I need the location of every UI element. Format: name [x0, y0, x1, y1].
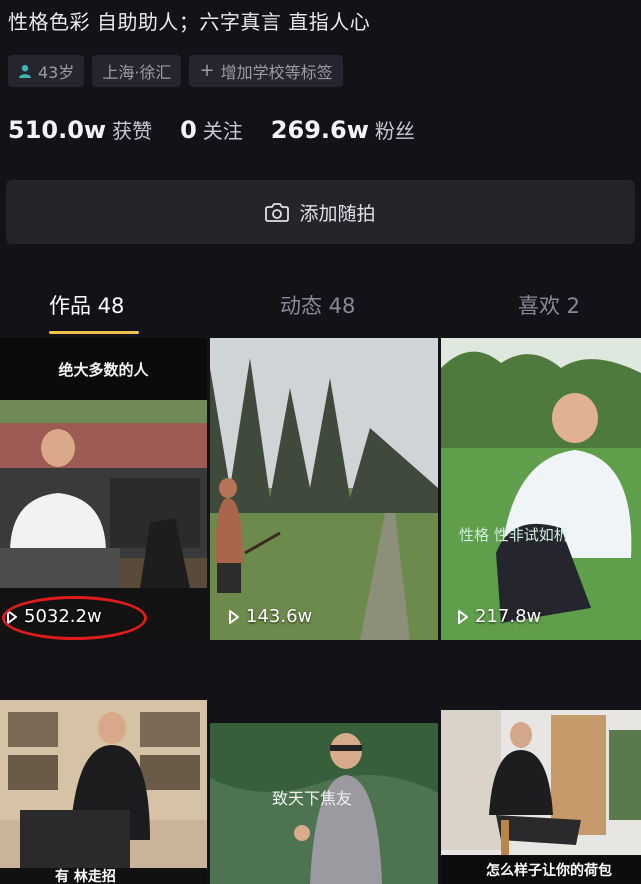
tab-activity[interactable]: 动态 48 [280, 290, 355, 320]
video-thumbnail-image [210, 338, 438, 640]
profile-tags: 43岁 上海·徐汇 + 增加学校等标签 [8, 55, 343, 87]
camera-icon [265, 203, 290, 222]
view-count-value: 217.8w [475, 606, 542, 627]
tab-likes[interactable]: 喜欢 2 [518, 290, 580, 320]
add-post-button[interactable]: 添加随拍 [6, 180, 635, 244]
add-post-label: 添加随拍 [299, 202, 376, 225]
video-caption: 绝大多数的人 [0, 338, 207, 400]
following-label: 关注 [202, 119, 243, 143]
view-count-value: 143.6w [246, 606, 313, 627]
profile-bio: 性格色彩 自助助人；六字真言 直指人心 [8, 10, 371, 34]
video-thumbnail[interactable]: 性格 性非试如析 217.8w [441, 338, 641, 640]
likes-stat[interactable]: 510.0w 获赞 [8, 115, 152, 144]
view-count: 143.6w [228, 606, 312, 627]
video-thumbnail-image [441, 338, 641, 640]
likes-count: 510.0w [8, 116, 107, 144]
person-icon [19, 65, 31, 78]
likes-label: 获赞 [112, 119, 153, 143]
highlight-circle [2, 596, 147, 640]
profile-stats: 510.0w 获赞 0 关注 269.6w 粉丝 [8, 115, 415, 144]
followers-label: 粉丝 [374, 119, 415, 143]
followers-stat[interactable]: 269.6w 粉丝 [271, 115, 415, 144]
video-thumbnail[interactable]: 绝大多数的人 5032.2w [0, 338, 207, 640]
following-count: 0 [180, 116, 197, 144]
plus-icon: + [199, 60, 215, 81]
add-school-tag[interactable]: + 增加学校等标签 [189, 55, 343, 87]
following-stat[interactable]: 0 关注 [180, 115, 243, 144]
play-icon [458, 609, 468, 624]
video-caption: 性格 性非试如析 [459, 526, 569, 544]
video-thumbnail-image [441, 710, 641, 884]
age-label: 43岁 [38, 63, 75, 82]
video-thumbnail[interactable]: 143.6w [210, 338, 438, 640]
video-grid: 绝大多数的人 5032.2w 143.6w 性格 性非试如析 217.8w 有 … [0, 338, 641, 884]
view-count: 217.8w [457, 606, 541, 627]
age-tag[interactable]: 43岁 [8, 55, 85, 87]
video-caption: 怎么样子让你的荷包 [486, 863, 612, 879]
video-caption: 有 林走招 [55, 869, 116, 884]
add-school-label: 增加学校等标签 [220, 63, 333, 82]
location-tag[interactable]: 上海·徐汇 [92, 55, 182, 87]
video-caption: 致天下焦友 [272, 789, 353, 808]
video-thumbnail[interactable]: 致天下焦友 [210, 723, 438, 884]
followers-count: 269.6w [270, 116, 369, 144]
play-icon [229, 609, 239, 624]
view-count: 5032.2w [2, 596, 147, 640]
tab-works[interactable]: 作品 48 [49, 290, 124, 320]
location-label: 上海·徐汇 [102, 63, 172, 82]
video-thumbnail-image [0, 700, 207, 884]
active-tab-indicator [49, 331, 139, 334]
video-thumbnail[interactable]: 怎么样子让你的荷包 [441, 710, 641, 884]
video-thumbnail[interactable]: 有 林走招 [0, 700, 207, 884]
content-tabs: 作品 48 动态 48 喜欢 2 [0, 284, 641, 334]
